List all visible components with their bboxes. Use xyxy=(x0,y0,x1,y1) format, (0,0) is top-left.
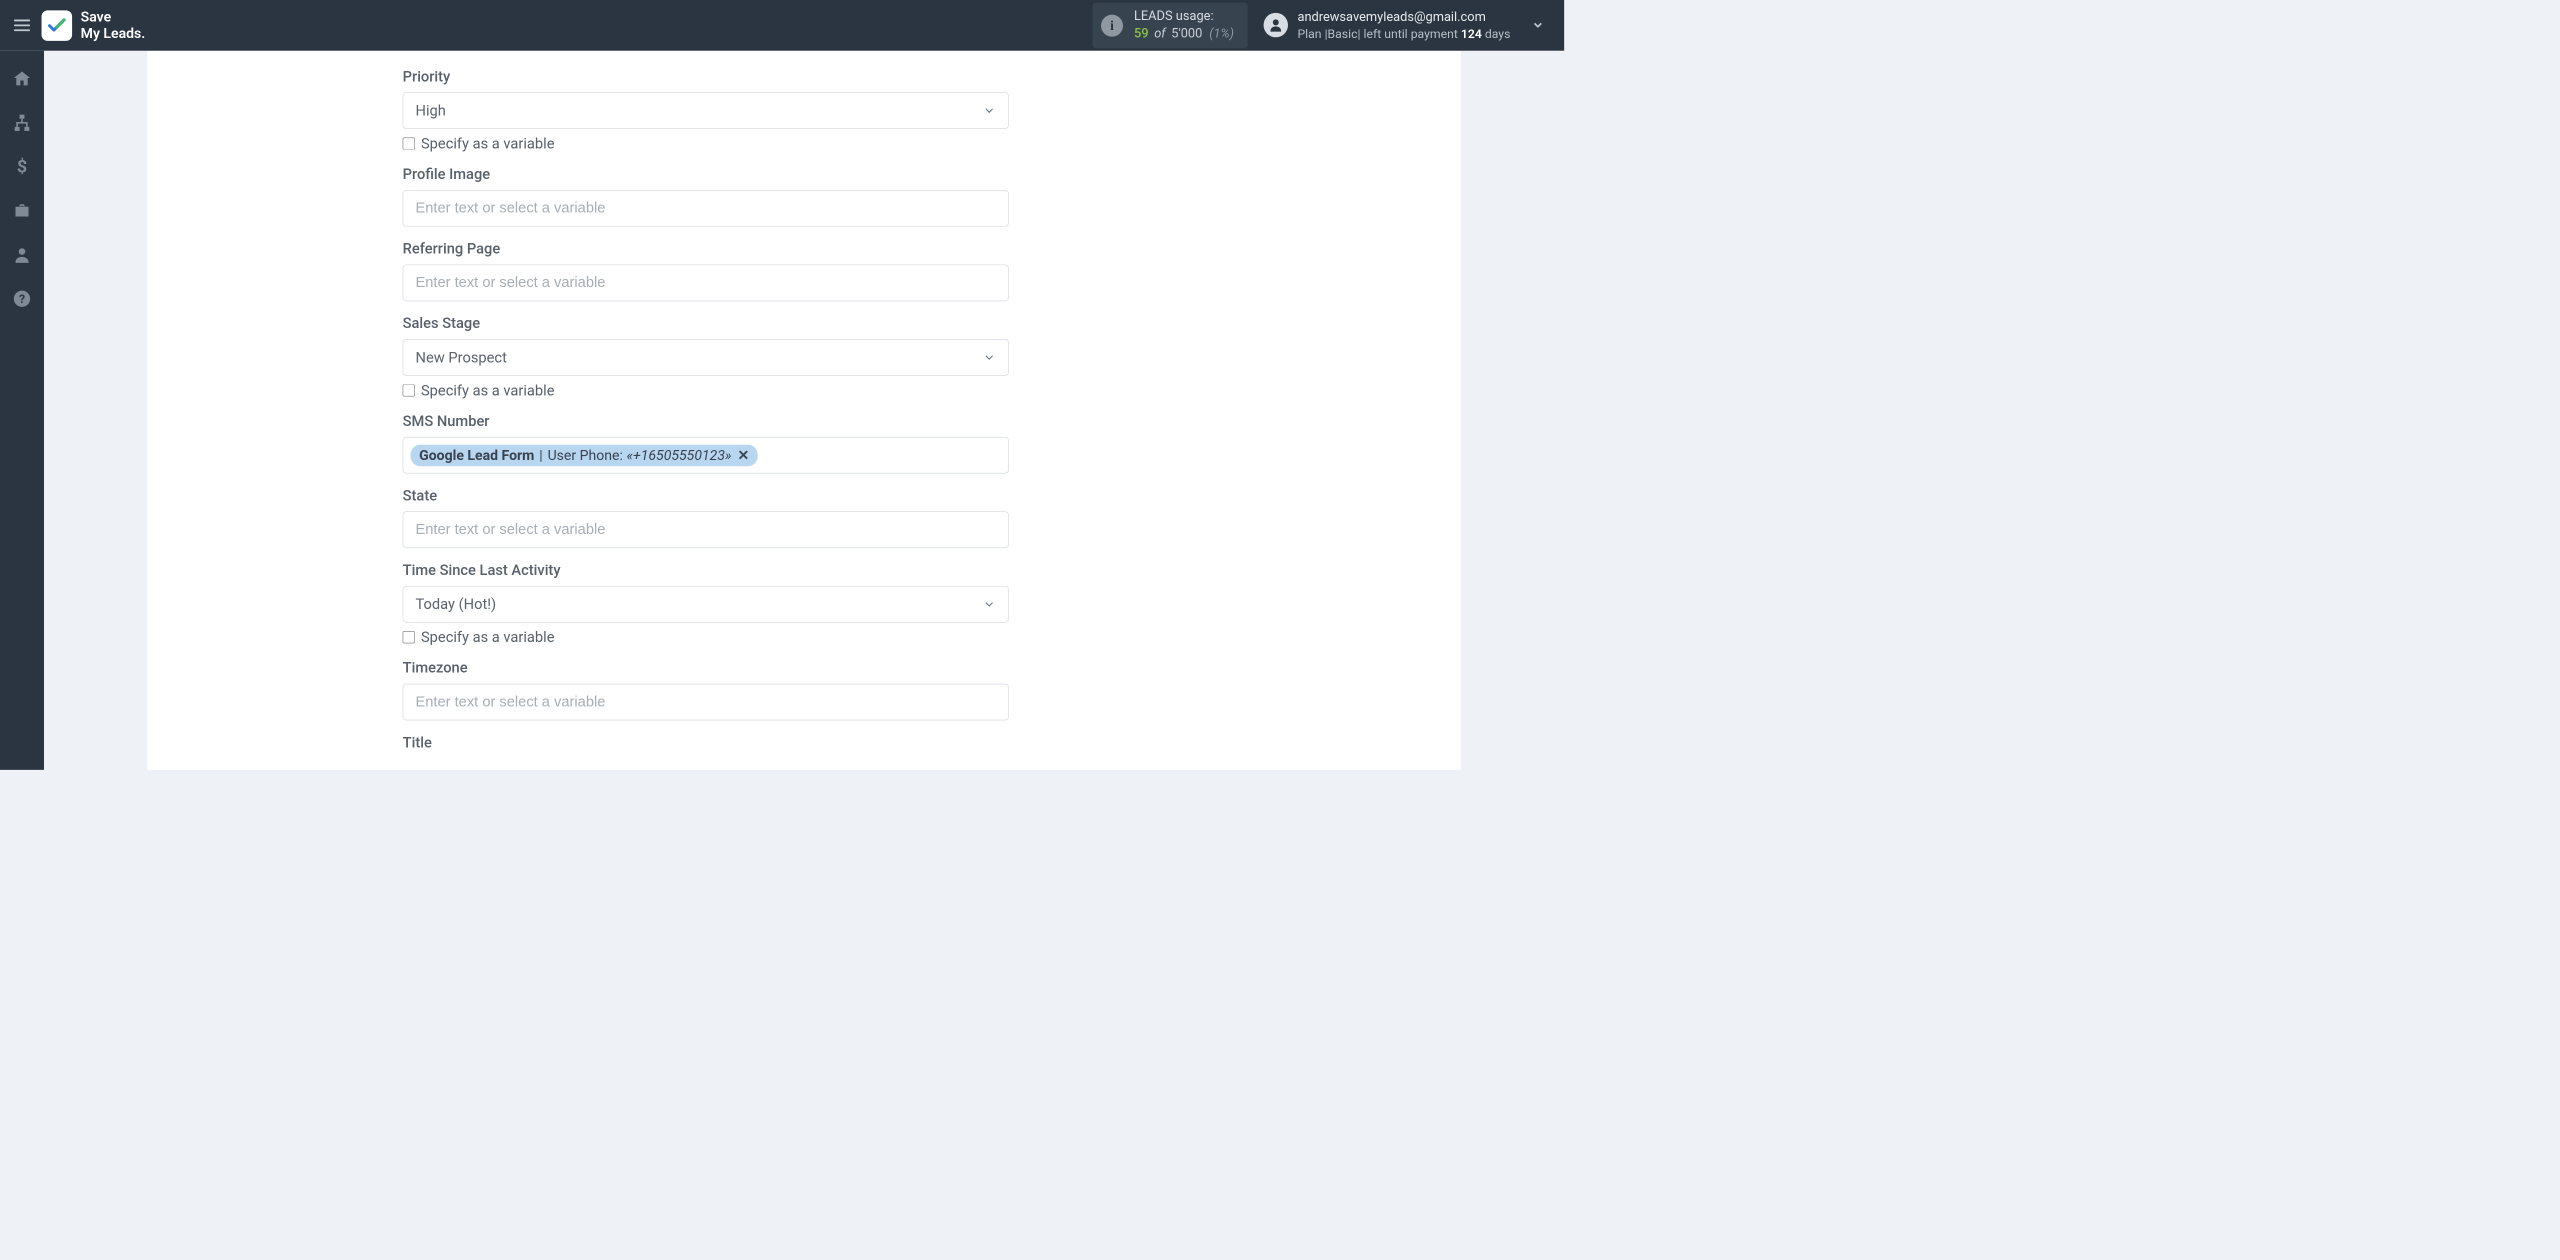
priority-select[interactable]: High xyxy=(403,92,1009,129)
svg-text:?: ? xyxy=(19,292,25,306)
chip-remove-button[interactable]: ✕ xyxy=(738,447,750,463)
priority-variable-label[interactable]: Specify as a variable xyxy=(421,135,554,152)
sales-stage-label: Sales Stage xyxy=(403,315,1009,332)
sidebar-connections[interactable] xyxy=(9,109,36,136)
sms-number-variable-chip: Google Lead Form | User Phone: «+1650555… xyxy=(411,445,758,466)
sales-stage-value: New Prospect xyxy=(415,349,506,366)
sidebar-work[interactable] xyxy=(9,197,36,224)
sms-number-input[interactable]: Google Lead Form | User Phone: «+1650555… xyxy=(403,437,1009,474)
field-referring-page: Referring Page xyxy=(403,240,1009,301)
svg-text:$: $ xyxy=(17,157,27,177)
profile-image-input[interactable] xyxy=(415,191,995,226)
chip-field: User Phone: xyxy=(548,447,623,463)
field-title: Title xyxy=(403,734,1009,751)
brand-name: Save My Leads. xyxy=(81,9,146,41)
usage-pct: (1%) xyxy=(1209,26,1234,41)
usage-total: 5'000 xyxy=(1171,26,1202,41)
brand-line2: My Leads. xyxy=(81,25,146,41)
user-icon xyxy=(12,245,32,265)
usage-of: of xyxy=(1154,26,1165,41)
profile-image-input-wrap[interactable] xyxy=(403,190,1009,227)
timezone-label: Timezone xyxy=(403,659,1009,676)
sales-stage-variable-checkbox[interactable] xyxy=(403,384,415,396)
time-since-variable-checkbox[interactable] xyxy=(403,631,415,643)
time-since-select[interactable]: Today (Hot!) xyxy=(403,586,1009,623)
usage-numbers: 59 of 5'000 (1%) xyxy=(1134,25,1234,42)
field-sms-number: SMS Number Google Lead Form | User Phone… xyxy=(403,412,1009,473)
state-input-wrap[interactable] xyxy=(403,511,1009,548)
chevron-down-icon xyxy=(982,104,995,117)
sidebar-home[interactable] xyxy=(9,65,36,92)
form-panel: Priority High Specify as a variable Prof… xyxy=(147,51,1461,770)
briefcase-icon xyxy=(12,201,32,221)
state-input[interactable] xyxy=(415,512,995,547)
menu-toggle-button[interactable] xyxy=(11,14,33,36)
profile-image-label: Profile Image xyxy=(403,166,1009,183)
time-since-label: Time Since Last Activity xyxy=(403,562,1009,579)
priority-variable-checkbox[interactable] xyxy=(403,137,415,149)
chevron-down-icon xyxy=(982,598,995,611)
sales-stage-variable-label[interactable]: Specify as a variable xyxy=(421,382,554,399)
state-label: State xyxy=(403,487,1009,504)
timezone-input[interactable] xyxy=(415,684,995,719)
chevron-down-icon xyxy=(1531,19,1544,32)
field-timezone: Timezone xyxy=(403,659,1009,720)
sms-number-label: SMS Number xyxy=(403,412,1009,429)
field-priority: Priority High Specify as a variable xyxy=(403,68,1009,152)
checkmark-icon xyxy=(48,18,66,33)
info-icon: i xyxy=(1101,14,1123,36)
account-plan: Plan |Basic| left until payment 124 days xyxy=(1297,26,1510,42)
sidebar-nav: $ ? xyxy=(0,51,44,770)
field-sales-stage: Sales Stage New Prospect Specify as a va… xyxy=(403,315,1009,399)
field-profile-image: Profile Image xyxy=(403,166,1009,227)
help-icon: ? xyxy=(12,289,32,309)
usage-used: 59 xyxy=(1134,26,1149,41)
referring-page-input-wrap[interactable] xyxy=(403,265,1009,302)
brand-logo xyxy=(42,10,73,41)
time-since-variable-label[interactable]: Specify as a variable xyxy=(421,629,554,646)
field-state: State xyxy=(403,487,1009,548)
sidebar-billing[interactable]: $ xyxy=(9,153,36,180)
app-header: Save My Leads. i LEADS usage: 59 of 5'00… xyxy=(0,0,1564,51)
usage-label: LEADS usage: xyxy=(1134,9,1234,26)
title-label: Title xyxy=(403,734,1009,751)
chip-source: Google Lead Form xyxy=(419,447,534,463)
field-time-since: Time Since Last Activity Today (Hot!) Sp… xyxy=(403,562,1009,646)
sidebar-account[interactable] xyxy=(9,241,36,268)
avatar-icon xyxy=(1263,13,1287,37)
sidebar-help[interactable]: ? xyxy=(9,285,36,312)
chip-value: «+16505550123» xyxy=(627,447,732,463)
referring-page-input[interactable] xyxy=(415,265,995,300)
account-email: andrewsavemyleads@gmail.com xyxy=(1297,9,1510,26)
brand-line1: Save xyxy=(81,9,146,25)
referring-page-label: Referring Page xyxy=(403,240,1009,257)
account-dropdown[interactable]: andrewsavemyleads@gmail.com Plan |Basic|… xyxy=(1263,9,1544,42)
dollar-icon: $ xyxy=(12,157,32,177)
main-area: Priority High Specify as a variable Prof… xyxy=(44,51,1564,770)
priority-label: Priority xyxy=(403,68,1009,85)
home-icon xyxy=(12,69,32,89)
sales-stage-select[interactable]: New Prospect xyxy=(403,339,1009,376)
timezone-input-wrap[interactable] xyxy=(403,684,1009,721)
leads-usage-box: i LEADS usage: 59 of 5'000 (1%) xyxy=(1092,3,1247,49)
time-since-value: Today (Hot!) xyxy=(415,596,496,613)
sitemap-icon xyxy=(12,113,32,133)
chevron-down-icon xyxy=(982,351,995,364)
priority-value: High xyxy=(415,102,445,119)
